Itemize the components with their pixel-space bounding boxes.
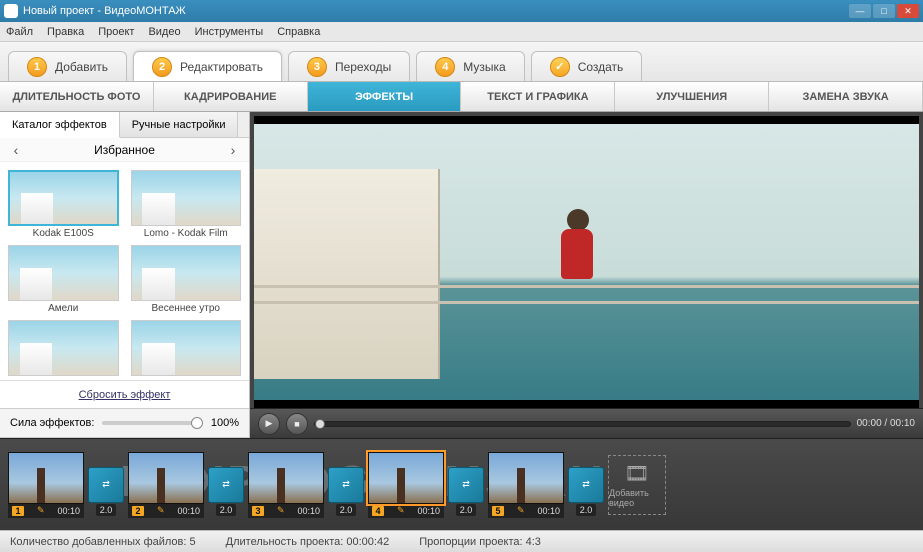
effect-item[interactable] xyxy=(131,320,242,380)
step-edit[interactable]: 2Редактировать xyxy=(133,51,282,81)
tab-manual[interactable]: Ручные настройки xyxy=(120,112,239,137)
effect-item[interactable]: Весеннее утро xyxy=(131,245,242,314)
transition[interactable]: ⇄2.0 xyxy=(448,467,484,503)
category-name: Избранное xyxy=(94,143,155,157)
subtab-audio[interactable]: ЗАМЕНА ЗВУКА xyxy=(769,82,923,111)
subtab-enhance[interactable]: УЛУЧШЕНИЯ xyxy=(615,82,769,111)
effect-item[interactable] xyxy=(8,320,119,380)
timeline-clip[interactable]: 4✎00:10 xyxy=(368,452,444,518)
transition[interactable]: ⇄2.0 xyxy=(88,467,124,503)
reset-effect-link[interactable]: Сбросить эффект xyxy=(0,380,249,408)
step-music[interactable]: 4Музыка xyxy=(416,51,524,81)
subtab-crop[interactable]: КАДРИРОВАНИЕ xyxy=(154,82,308,111)
strength-slider[interactable] xyxy=(102,421,202,425)
menu-tools[interactable]: Инструменты xyxy=(195,26,264,38)
preview-area xyxy=(250,112,923,408)
strength-row: Сила эффектов: 100% xyxy=(0,408,250,438)
maximize-button[interactable]: □ xyxy=(873,4,895,18)
sub-tabs: ДЛИТЕЛЬНОСТЬ ФОТО КАДРИРОВАНИЕ ЭФФЕКТЫ Т… xyxy=(0,82,923,112)
effect-item[interactable]: Амели xyxy=(8,245,119,314)
menu-edit[interactable]: Правка xyxy=(47,26,84,38)
timeline[interactable]: BOXPROGRAMS.RU 1✎00:10 ⇄2.0 2✎00:10 ⇄2.0… xyxy=(0,438,923,530)
timeline-clip[interactable]: 5✎00:10 xyxy=(488,452,564,518)
preview-image[interactable] xyxy=(254,116,919,408)
transition[interactable]: ⇄2.0 xyxy=(328,467,364,503)
category-prev[interactable]: ‹ xyxy=(8,142,24,158)
effect-item[interactable]: Lomo - Kodak Film xyxy=(131,170,242,239)
stop-button[interactable]: ■ xyxy=(286,413,308,435)
strength-label: Сила эффектов: xyxy=(10,417,94,429)
menu-project[interactable]: Проект xyxy=(98,26,134,38)
menu-video[interactable]: Видео xyxy=(148,26,180,38)
tab-catalog[interactable]: Каталог эффектов xyxy=(0,112,120,138)
add-video-button[interactable]: 🎞Добавить видео xyxy=(608,455,666,515)
transition[interactable]: ⇄2.0 xyxy=(568,467,604,503)
timeline-clip[interactable]: 2✎00:10 xyxy=(128,452,204,518)
app-icon xyxy=(4,4,18,18)
titlebar: Новый проект - ВидеоМОНТАЖ — □ ✕ xyxy=(0,0,923,22)
effect-item[interactable]: Kodak E100S xyxy=(8,170,119,239)
menu-help[interactable]: Справка xyxy=(277,26,320,38)
subtab-effects[interactable]: ЭФФЕКТЫ xyxy=(308,82,462,111)
step-tabs: 1Добавить 2Редактировать 3Переходы 4Музы… xyxy=(0,42,923,82)
strength-value: 100% xyxy=(211,417,239,429)
menubar: Файл Правка Проект Видео Инструменты Спр… xyxy=(0,22,923,42)
play-button[interactable]: ▶ xyxy=(258,413,280,435)
step-create[interactable]: ✓Создать xyxy=(531,51,643,81)
film-icon: 🎞 xyxy=(624,461,649,486)
seek-slider[interactable] xyxy=(314,421,851,427)
category-next[interactable]: › xyxy=(225,142,241,158)
effects-panel: Каталог эффектов Ручные настройки ‹ Избр… xyxy=(0,112,250,408)
minimize-button[interactable]: — xyxy=(849,4,871,18)
playback-bar: ▶ ■ 00:00 / 00:10 xyxy=(250,408,923,438)
step-add[interactable]: 1Добавить xyxy=(8,51,127,81)
status-bar: Количество добавленных файлов: 5 Длитель… xyxy=(0,530,923,552)
step-transitions[interactable]: 3Переходы xyxy=(288,51,410,81)
time-label: 00:00 / 00:10 xyxy=(857,418,915,429)
subtab-text[interactable]: ТЕКСТ И ГРАФИКА xyxy=(461,82,615,111)
subtab-duration[interactable]: ДЛИТЕЛЬНОСТЬ ФОТО xyxy=(0,82,154,111)
menu-file[interactable]: Файл xyxy=(6,26,33,38)
transition[interactable]: ⇄2.0 xyxy=(208,467,244,503)
close-button[interactable]: ✕ xyxy=(897,4,919,18)
timeline-clip[interactable]: 3✎00:10 xyxy=(248,452,324,518)
timeline-clip[interactable]: 1✎00:10 xyxy=(8,452,84,518)
window-title: Новый проект - ВидеоМОНТАЖ xyxy=(23,5,849,17)
